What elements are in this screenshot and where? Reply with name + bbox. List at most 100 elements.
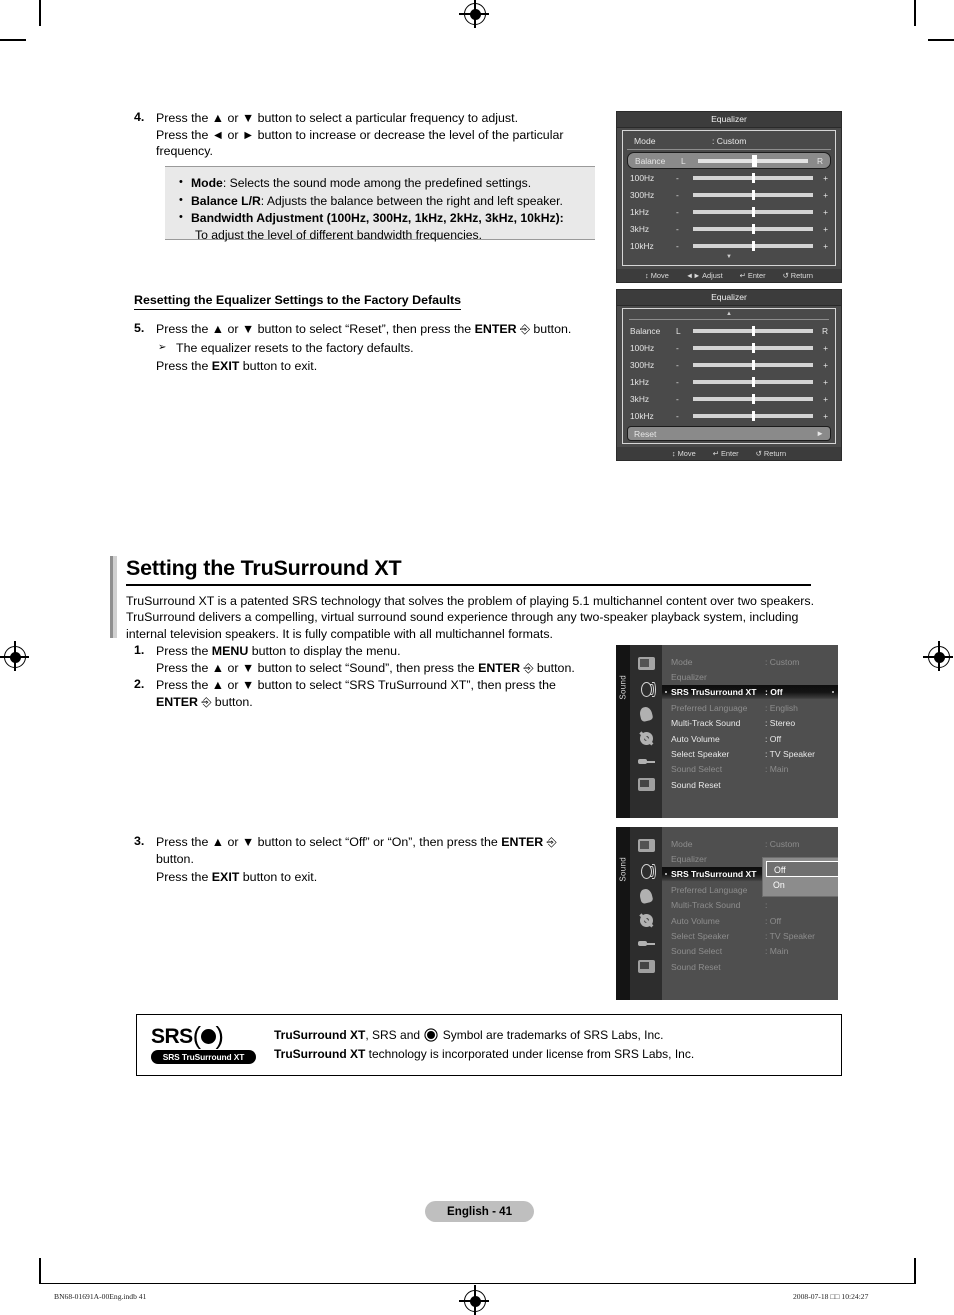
plug-icon-2[interactable] (637, 938, 655, 949)
equalizer-row-300hz[interactable]: 300Hz - + (623, 186, 835, 203)
menu-item-sound-select[interactable]: Sound Select : Main (662, 762, 838, 777)
menu-item-equalizer[interactable]: Equalizer (662, 669, 838, 684)
hint-move: ↕ Move (644, 271, 669, 280)
hand-icon-2[interactable] (638, 887, 654, 905)
hint2-return: ↺ Return (755, 449, 787, 458)
equalizer2-row-3khz-slider[interactable] (693, 393, 813, 404)
step-2-number: 2. (134, 677, 145, 691)
equalizer-row-1khz[interactable]: 1kHz - + (623, 203, 835, 220)
srs-line1-product: TruSurround XT (274, 1028, 366, 1042)
menu2-item-sound-reset[interactable]: Sound Reset (662, 959, 838, 974)
srs-trusurround-dropdown[interactable]: Off On (762, 857, 838, 897)
step-2-line-2: ENTER ⎆ button. (156, 694, 556, 711)
equalizer2-row-3khz[interactable]: 3kHz - + (623, 390, 835, 407)
step-1-number: 1. (134, 643, 145, 657)
menu-item-sound-reset[interactable]: Sound Reset (662, 777, 838, 792)
menu-item-srs-trusurround-xt[interactable]: SRS TruSurround XT : Off (662, 684, 838, 701)
equalizer-row-10khz-slider[interactable] (693, 240, 813, 251)
step-5-line-3: Press the EXIT button to exit. (156, 358, 571, 375)
dropdown-option-off[interactable]: Off (766, 861, 838, 877)
srs-trademark-line-2: TruSurround XT technology is incorporate… (274, 1045, 694, 1064)
srs-trademark-text: TruSurround XT, SRS and Symbol are trade… (256, 1026, 694, 1064)
equalizer2-row-10khz-slider[interactable] (693, 410, 813, 421)
sound-menu-rail-second: Sound (616, 827, 630, 1000)
equalizer-mode-row[interactable]: Mode : Custom (627, 132, 831, 150)
crop-mark-bottom-left-v (39, 1258, 41, 1284)
equalizer-row-balance-slider[interactable] (698, 154, 808, 167)
equalizer2-row-300hz[interactable]: 300Hz - + (623, 356, 835, 373)
menu2-item-auto-volume[interactable]: Auto Volume : Off (662, 913, 838, 928)
menu-item-mode[interactable]: Mode : Custom (662, 654, 838, 669)
menu2-item-sound-select[interactable]: Sound Select : Main (662, 944, 838, 959)
menu2-item-select-speaker[interactable]: Select Speaker : TV Speaker (662, 928, 838, 943)
equalizer2-row-balance-slider[interactable] (693, 325, 813, 336)
step-3-exit-label: EXIT (211, 870, 240, 885)
srs-line2-product: TruSurround XT (274, 1047, 366, 1061)
hand-icon[interactable] (638, 705, 654, 723)
equalizer-row-10khz[interactable]: 10kHz - + (623, 237, 835, 254)
tv-icon-2[interactable] (637, 839, 655, 852)
gear-icon-2[interactable] (639, 914, 653, 927)
plug-icon[interactable] (637, 756, 655, 767)
note-item-bandwidth-sub: To adjust the level of different bandwid… (195, 227, 483, 242)
equalizer-row-balance[interactable]: Balance L R (627, 152, 831, 169)
menu2-item-multi-track-sound[interactable]: Multi-Track Sound : (662, 898, 838, 913)
step-5-note-text: The equalizer resets to the factory defa… (176, 340, 414, 355)
menu-item-preferred-language-value: : English (765, 702, 798, 713)
sound-menu-list-second: Mode : Custom Equalizer SRS TruSurround … (662, 827, 838, 1000)
menu-item-srs-label: SRS TruSurround XT (671, 687, 757, 698)
menu2-item-mode[interactable]: Mode : Custom (662, 836, 838, 851)
equalizer-row-balance-left: L (681, 155, 686, 166)
srs-logo-text: SRS (151, 1025, 193, 1048)
speaker-icon-2[interactable] (638, 863, 656, 879)
sound-menu-osd-second: Sound Mode : Custom Equalizer SRS TruSur… (616, 827, 838, 1000)
step-1: 1. Press the MENU button to display the … (134, 643, 604, 676)
equalizer2-row-1khz-slider[interactable] (693, 376, 813, 387)
sound-menu-icon-column-second (630, 827, 662, 1000)
speaker-icon[interactable] (638, 681, 656, 697)
equalizer2-row-balance[interactable]: Balance L R (623, 322, 835, 339)
equalizer2-row-100hz-slider[interactable] (693, 342, 813, 353)
equalizer-row-100hz[interactable]: 100Hz - + (623, 169, 835, 186)
equalizer-osd-first: Equalizer Mode : Custom Balance L R 100H… (616, 111, 842, 283)
sound-menu-rail-label-2: Sound (618, 857, 628, 882)
setup-icon[interactable] (637, 778, 655, 791)
equalizer-row-3khz-minus: - (676, 223, 679, 234)
equalizer-row-100hz-slider[interactable] (693, 172, 813, 183)
gear-icon[interactable] (639, 732, 653, 745)
sound-menu-icon-column-first (630, 645, 662, 818)
equalizer-row-100hz-label: 100Hz (630, 172, 655, 183)
equalizer-row-3khz[interactable]: 3kHz - + (623, 220, 835, 237)
menu-item-auto-volume[interactable]: Auto Volume : Off (662, 731, 838, 746)
dropdown-option-on[interactable]: On (766, 877, 838, 893)
menu2-item-select-speaker-label: Select Speaker (671, 931, 730, 942)
note-item-mode-text: : Selects the sound mode among the prede… (222, 176, 532, 190)
crop-mark-bottom-right-v (914, 1258, 916, 1284)
equalizer2-row-300hz-slider[interactable] (693, 359, 813, 370)
equalizer2-row-1khz[interactable]: 1kHz - + (623, 373, 835, 390)
step-3-enter-label: ENTER (501, 835, 544, 849)
step-3-text: Press the ▲ or ▼ button to select “Off” … (156, 834, 557, 886)
step-5-line-1-c: button. (529, 322, 572, 336)
equalizer-reset-row[interactable]: Reset ► (627, 426, 831, 441)
equalizer2-row-10khz[interactable]: 10kHz - + (623, 407, 835, 424)
equalizer-row-3khz-slider[interactable] (693, 223, 813, 234)
scroll-down-icon[interactable]: ▼ (623, 254, 835, 261)
menu-item-select-speaker-label: Select Speaker (671, 749, 730, 760)
crop-mark-top-left-h (0, 39, 26, 41)
step-2-line-1: Press the ▲ or ▼ button to select “SRS T… (156, 678, 556, 692)
equalizer-reset-label: Reset (634, 428, 657, 439)
menu-item-select-speaker[interactable]: Select Speaker : TV Speaker (662, 746, 838, 761)
scroll-up-icon[interactable]: ▲ (629, 309, 829, 320)
menu-item-preferred-language[interactable]: Preferred Language : English (662, 700, 838, 715)
equalizer-row-300hz-slider[interactable] (693, 189, 813, 200)
equalizer-row-3khz-plus: + (823, 223, 828, 234)
srs-line1-mid: , SRS and (365, 1028, 424, 1042)
equalizer2-row-100hz[interactable]: 100Hz - + (623, 339, 835, 356)
equalizer-row-1khz-slider[interactable] (693, 206, 813, 217)
setup-icon-2[interactable] (637, 960, 655, 973)
menu-item-multi-track-sound[interactable]: Multi-Track Sound : Stereo (662, 716, 838, 731)
srs-trademark-box: SRS() SRS TruSurround XT TruSurround XT,… (136, 1014, 842, 1076)
tv-icon[interactable] (637, 657, 655, 670)
note-item-balance-label: Balance L/R (191, 193, 261, 208)
